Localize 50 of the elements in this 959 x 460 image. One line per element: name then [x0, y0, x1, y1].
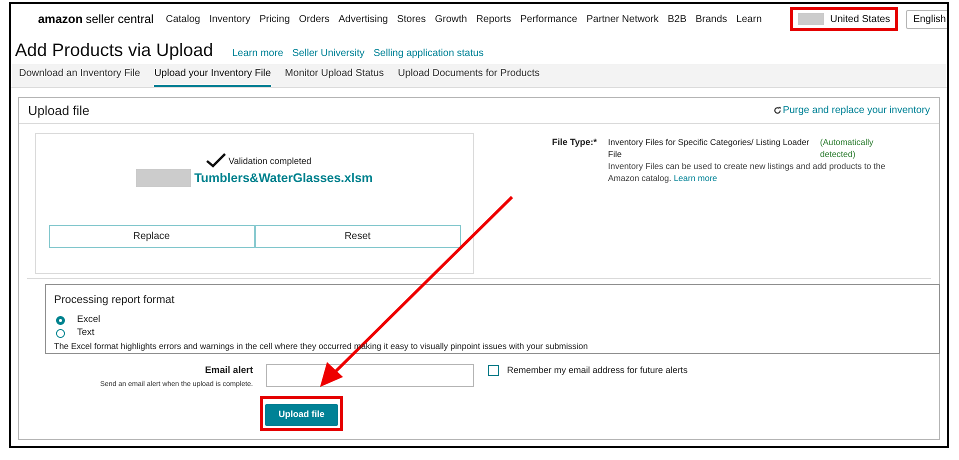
panel-title: Upload file: [28, 102, 90, 120]
logo-brand[interactable]: amazon: [38, 10, 83, 28]
header-link[interactable]: Learn more: [232, 46, 284, 61]
header-link[interactable]: Selling application status: [374, 46, 484, 61]
nav-link[interactable]: Growth: [434, 12, 468, 26]
radio-button[interactable]: [56, 328, 65, 338]
nav-link[interactable]: Performance: [520, 12, 578, 26]
refresh-icon: [772, 106, 782, 115]
nav-link[interactable]: Partner Network: [586, 12, 659, 26]
nav-link[interactable]: Stores: [396, 12, 426, 26]
logo-product[interactable]: seller central: [86, 10, 154, 28]
country-selector[interactable]: United States: [830, 12, 890, 26]
redaction-block: [798, 13, 824, 25]
radio-label: Text: [77, 326, 94, 340]
file-type-value: Inventory Files for Specific Categories/ Listing Loader File: [608, 136, 810, 160]
header-link[interactable]: Seller University: [292, 46, 365, 61]
redaction-block: [136, 169, 192, 188]
nav-link[interactable]: Brands: [696, 12, 728, 26]
learn-more-link[interactable]: Learn more: [674, 173, 718, 183]
validation-status: Validation completed: [228, 154, 312, 168]
radio-label: Excel: [77, 312, 100, 327]
nav-link[interactable]: Pricing: [259, 12, 290, 26]
file-action-button[interactable]: Reset: [254, 224, 460, 248]
page-title: Add Products via Upload: [15, 39, 214, 62]
nav-link[interactable]: Catalog: [166, 12, 200, 26]
tab[interactable]: Monitor Upload Status: [284, 66, 384, 87]
file-type-description: Inventory Files can be used to create new listings and add products to the Amazon catalog. Learn more: [608, 160, 886, 184]
check-icon: [206, 153, 226, 168]
checkbox-label: Remember my email address for future alerts: [507, 364, 688, 377]
upload-file-button[interactable]: Upload file: [265, 404, 338, 426]
radio-button[interactable]: [56, 316, 65, 324]
nav-link[interactable]: Reports: [476, 12, 512, 26]
file-type-label: File Type:*: [552, 136, 598, 149]
purge-link[interactable]: Purge and replace your inventory: [772, 103, 930, 118]
file-name: Tumblers&WaterGlasses.xlsm: [194, 170, 373, 187]
tab[interactable]: Upload Documents for Products: [398, 66, 540, 87]
nav-link[interactable]: Advertising: [338, 12, 388, 26]
tab[interactable]: Upload your Inventory File: [154, 66, 271, 87]
nav-link[interactable]: B2B: [668, 12, 686, 26]
language-button[interactable]: English: [906, 10, 947, 28]
tab[interactable]: Download an Inventory File: [19, 66, 140, 87]
section-title: Processing report format: [54, 293, 176, 308]
email-input-field[interactable]: [266, 364, 474, 387]
detection-note: (Automatically detected): [820, 136, 874, 160]
email-alert-label: Email alert: [204, 364, 253, 378]
nav-link[interactable]: Learn: [736, 12, 762, 26]
file-action-button[interactable]: Replace: [48, 224, 254, 248]
checkbox[interactable]: [488, 365, 499, 376]
nav-link[interactable]: Inventory: [209, 12, 250, 26]
nav-link[interactable]: Orders: [298, 12, 330, 26]
